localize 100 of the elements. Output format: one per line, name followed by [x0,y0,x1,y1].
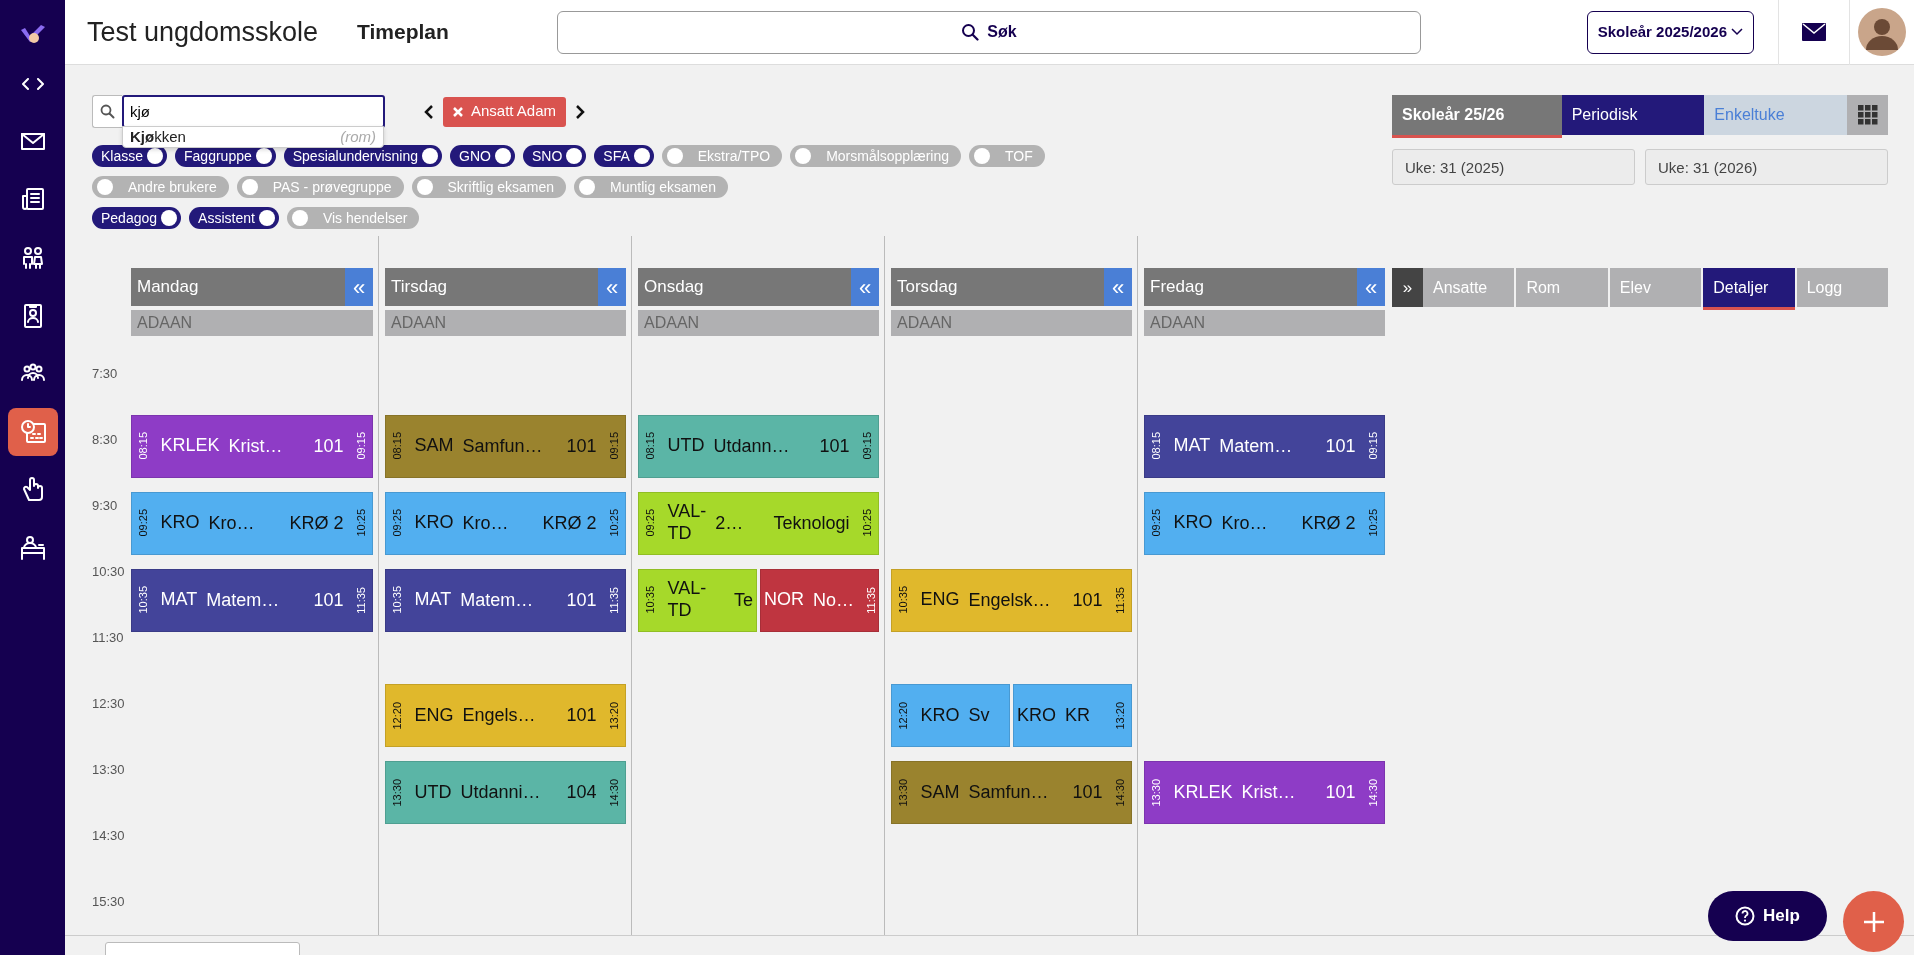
chevron-right-icon[interactable] [574,103,587,120]
lesson-block[interactable]: 08:15 KRLEK Krist… 101 09:15 [131,414,373,478]
week-field[interactable]: Uke: 31 (2025) [1392,149,1635,185]
filter-toggle[interactable]: Pedagog [92,207,182,229]
help-icon [1735,906,1756,926]
room-label: 104 [566,781,597,804]
teacher-row: ADAAN [131,310,373,336]
avatar[interactable] [1858,8,1906,56]
subject-code: KRO [160,512,200,534]
lesson-block[interactable]: 12:20 ENG Engels… 101 13:20 [385,684,626,747]
lesson-block[interactable]: 13:30 KRLEK Krist… 101 14:30 [1144,761,1385,824]
chevron-left-icon[interactable] [423,103,435,120]
subject-code: SAM [414,435,454,457]
caret-icon [1731,28,1743,36]
employee-tag[interactable]: Ansatt Adam [443,96,567,127]
start-time: 09:25 [643,509,657,537]
room-label: 101 [1325,781,1356,804]
subject-code: KRLEK [160,435,220,457]
grid-button[interactable] [1847,95,1888,135]
collapse-button[interactable]: « [345,268,373,306]
room-label: KRØ 2 [1301,511,1356,535]
school-name: Test ungdomsskole [87,15,320,49]
lesson-block[interactable]: 08:15 UTD Utdann… 101 09:15 [638,414,879,478]
lesson-block[interactable]: 12:20 KRO Sv [891,684,1010,747]
lesson-block[interactable]: 10:35 ENG Engelsk… 101 11:35 [891,568,1132,632]
subject-code: MAT [160,589,198,611]
expand-button[interactable]: » [1392,268,1423,307]
subject-name: Samfun… [462,434,543,458]
subject-name: Kro… [208,511,255,535]
subject-name: 2… [715,511,744,535]
room-label: Te [734,588,753,612]
lesson-block[interactable]: 13:30 SAM Samfun… 101 14:30 [891,761,1132,824]
start-time: 08:15 [643,432,657,460]
lesson-block[interactable]: 09:25 KRO Kro… KRØ 2 10:25 [385,491,626,555]
filter-toggle[interactable]: SFA [594,145,654,167]
subject-name: Krist… [1241,781,1296,804]
collapse-button[interactable]: « [851,268,879,306]
end-time: 11:35 [606,586,621,614]
subject-code: SAM [920,781,960,804]
end-time: 11:35 [864,586,878,614]
end-time: 13:20 [606,701,621,730]
lesson-block[interactable]: 09:25 KRO Kro… KRØ 2 10:25 [131,491,373,555]
logo-icon[interactable] [18,23,47,46]
grid-icon [1857,105,1878,125]
time-label: 7:30 [92,365,118,383]
mail-icon[interactable] [1802,23,1826,41]
room-label: 101 [566,434,597,458]
lesson-block[interactable]: NOR No… 11:35 [760,568,879,632]
lesson-block[interactable]: 09:25 KRO Kro… KRØ 2 10:25 [1144,491,1385,555]
room-label: 101 [819,434,850,458]
day-name: Onsdag [644,276,704,299]
help-button[interactable]: Help [1708,891,1827,941]
week-field[interactable]: Uke: 31 (2026) [1645,149,1888,185]
lesson-block[interactable]: 08:15 SAM Samfun… 101 09:15 [385,414,626,478]
teacher-row: ADAAN [638,310,879,336]
collapse-button[interactable]: « [1104,268,1132,306]
filter-toggle[interactable]: Assistent [189,207,279,229]
day-name: Torsdag [897,276,958,299]
end-time: 09:15 [353,432,368,460]
room-label: KRØ 2 [542,511,597,535]
nav-item[interactable] [7,408,58,456]
end-time: 14:30 [1112,778,1127,807]
lesson-block[interactable]: 10:35 MAT Matem… 101 11:35 [131,568,373,632]
search-input[interactable]: kjø [122,95,385,128]
end-time: 11:35 [353,586,368,614]
lesson-block[interactable]: 13:30 UTD Utdanni… 104 14:30 [385,761,626,824]
end-time: 10:25 [353,509,368,537]
subject-code: ENG [920,589,960,611]
collapse-button[interactable]: « [1357,268,1385,306]
time-label: 14:30 [92,827,125,845]
subject-code: KRO [1173,512,1213,534]
filter-toggle[interactable]: SNO [522,145,587,167]
filter-toggle[interactable]: GNO [450,145,515,167]
collapse-button[interactable]: « [598,268,626,306]
day-name: Mandag [137,276,199,299]
add-button[interactable] [1843,891,1904,952]
subject-name: Kro… [462,511,509,535]
period-tab[interactable]: Skoleår 25/26 [1392,95,1562,135]
start-time: 13:30 [390,778,404,807]
mode-tab[interactable]: Periodisk [1561,95,1705,135]
search-icon[interactable] [100,104,115,119]
search-field[interactable]: Søk [557,10,1421,54]
page-title: Timeplan [357,19,450,46]
close-icon[interactable] [453,106,463,117]
panel-tab[interactable]: Detaljer [1703,268,1795,307]
lesson-block[interactable]: 08:15 MAT Matem… 101 09:15 [1144,414,1385,478]
end-time: 09:15 [859,432,874,460]
filter-toggle[interactable]: Klasse [92,145,168,167]
subject-name: Utdanni… [460,781,541,804]
lesson-block[interactable]: KRO KR 13:20 [1013,684,1132,747]
subject-name: Engels… [462,704,536,727]
start-time: 10:35 [896,586,910,614]
subject-name: Engelsk… [968,588,1051,612]
start-time: 09:25 [390,509,404,537]
year-dropdown[interactable]: Skoleår 2025/2026 [1586,10,1754,54]
calendar-clock-icon [18,418,47,446]
subject-name: KR [1065,704,1091,727]
lesson-block[interactable]: 10:35 MAT Matem… 101 11:35 [385,568,626,632]
suggestion-item[interactable]: Kjøkken (rom) [123,127,383,147]
subject-code: VAL-TD [667,501,707,545]
